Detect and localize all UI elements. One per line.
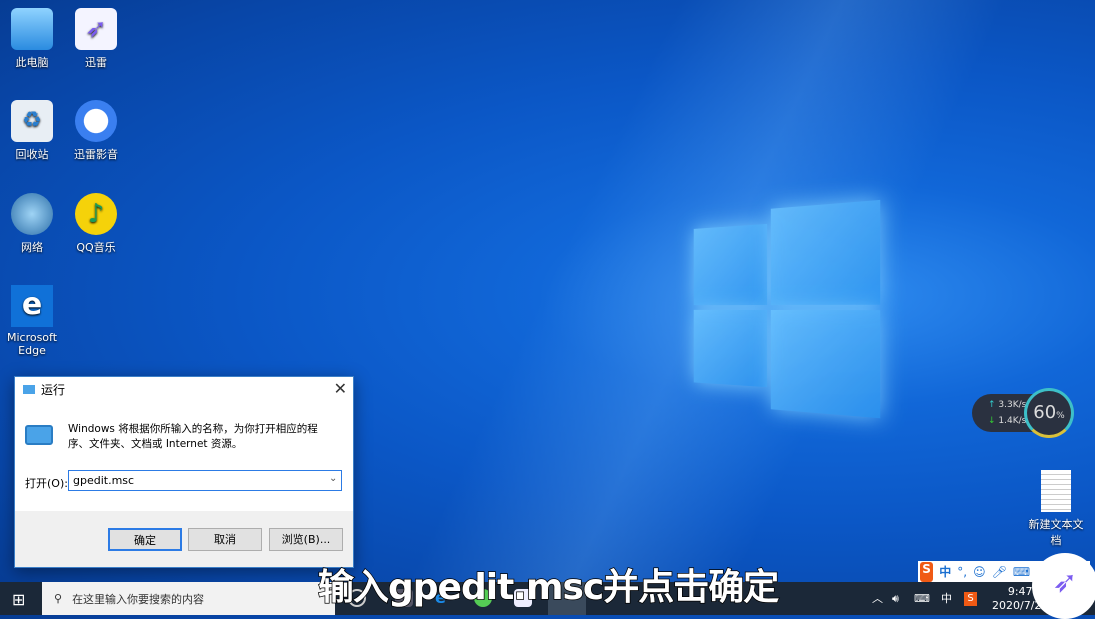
- memory-gauge[interactable]: 60%: [1024, 388, 1074, 438]
- icon-label: 回收站: [16, 148, 49, 161]
- touch-keyboard-icon[interactable]: ⌨: [914, 582, 930, 615]
- edge-icon: e: [11, 285, 53, 327]
- desktop-icon-xunlei[interactable]: ➶ 迅雷: [64, 8, 128, 70]
- gauge-unit: %: [1056, 411, 1065, 421]
- icon-label: 此电脑: [16, 56, 49, 69]
- desktop-icon-this-pc[interactable]: 此电脑: [0, 8, 64, 70]
- ok-button[interactable]: 确定: [108, 528, 182, 551]
- keyboard-icon[interactable]: ⌨: [1013, 565, 1030, 579]
- punctuation-button[interactable]: °,: [957, 565, 967, 579]
- chevron-down-icon[interactable]: ⌄: [329, 473, 337, 484]
- icon-label: 新建文本文档: [1029, 518, 1084, 547]
- taskbar-search-box[interactable]: ⚲ 在这里输入你要搜索的内容: [42, 582, 335, 615]
- sogou-tray-icon[interactable]: S: [964, 592, 977, 606]
- close-icon[interactable]: ✕: [334, 379, 347, 398]
- computer-icon: [11, 8, 53, 50]
- dialog-titlebar[interactable]: 运行: [15, 377, 353, 401]
- dialog-title: 运行: [41, 381, 65, 398]
- icon-label: 网络: [21, 241, 43, 254]
- download-speed: 1.4: [998, 416, 1012, 426]
- microphone-icon[interactable]: 🎤︎: [992, 565, 1007, 579]
- desktop-icon-edge[interactable]: e Microsoft Edge: [0, 285, 64, 357]
- windows-logo-wallpaper: [694, 200, 880, 416]
- icon-label: QQ音乐: [76, 241, 115, 254]
- assistant-bubble[interactable]: ➶: [1032, 553, 1095, 619]
- ime-mode-button[interactable]: 中: [939, 563, 951, 580]
- video-caption: 输入gpedit.msc并点击确定: [318, 558, 778, 610]
- xunlei-icon: ➶: [75, 8, 117, 50]
- xunlei-player-icon: [75, 100, 117, 142]
- desktop-icon-xunlei-player[interactable]: 迅雷影音: [64, 100, 128, 162]
- open-input[interactable]: [68, 470, 342, 491]
- browse-button[interactable]: 浏览(B)...: [269, 528, 343, 551]
- icon-label: 迅雷: [85, 56, 107, 69]
- emoji-icon[interactable]: ☺: [973, 565, 986, 579]
- open-label: 打开(O):: [25, 475, 68, 491]
- upload-speed: 3.3: [998, 400, 1012, 410]
- run-dialog: 运行 ✕ Windows 将根据你所输入的名称，为你打开相应的程序、文件夹、文档…: [14, 376, 354, 568]
- search-icon: ⚲: [54, 592, 62, 605]
- dialog-description: Windows 将根据你所输入的名称，为你打开相应的程序、文件夹、文档或 Int…: [68, 422, 338, 452]
- input-language[interactable]: 中: [941, 582, 952, 615]
- qq-music-icon: ♪: [75, 193, 117, 235]
- icon-label: Microsoft Edge: [7, 331, 57, 357]
- cancel-button[interactable]: 取消: [188, 528, 262, 551]
- desktop-icon-new-text-doc[interactable]: 新建文本文档: [1024, 470, 1088, 548]
- show-hidden-icons[interactable]: ︿: [872, 582, 883, 615]
- gauge-value: 60: [1033, 402, 1056, 423]
- run-icon: [23, 385, 35, 394]
- icon-label: 迅雷影音: [74, 148, 118, 161]
- desktop-icon-qq-music[interactable]: ♪ QQ音乐: [64, 193, 128, 255]
- network-globe-icon: [11, 193, 53, 235]
- search-placeholder: 在这里输入你要搜索的内容: [72, 591, 204, 607]
- volume-icon[interactable]: 🔊︎: [892, 582, 899, 615]
- start-button[interactable]: ⊞: [12, 590, 25, 609]
- run-program-icon: [25, 425, 53, 445]
- text-file-icon: [1041, 470, 1071, 512]
- desktop-icon-network[interactable]: 网络: [0, 193, 64, 255]
- sogou-logo-icon[interactable]: S: [920, 562, 933, 582]
- dialog-footer: 确定 取消 浏览(B)...: [15, 511, 353, 567]
- desktop-icon-recycle-bin[interactable]: ♻ 回收站: [0, 100, 64, 162]
- recycle-bin-icon: ♻: [11, 100, 53, 142]
